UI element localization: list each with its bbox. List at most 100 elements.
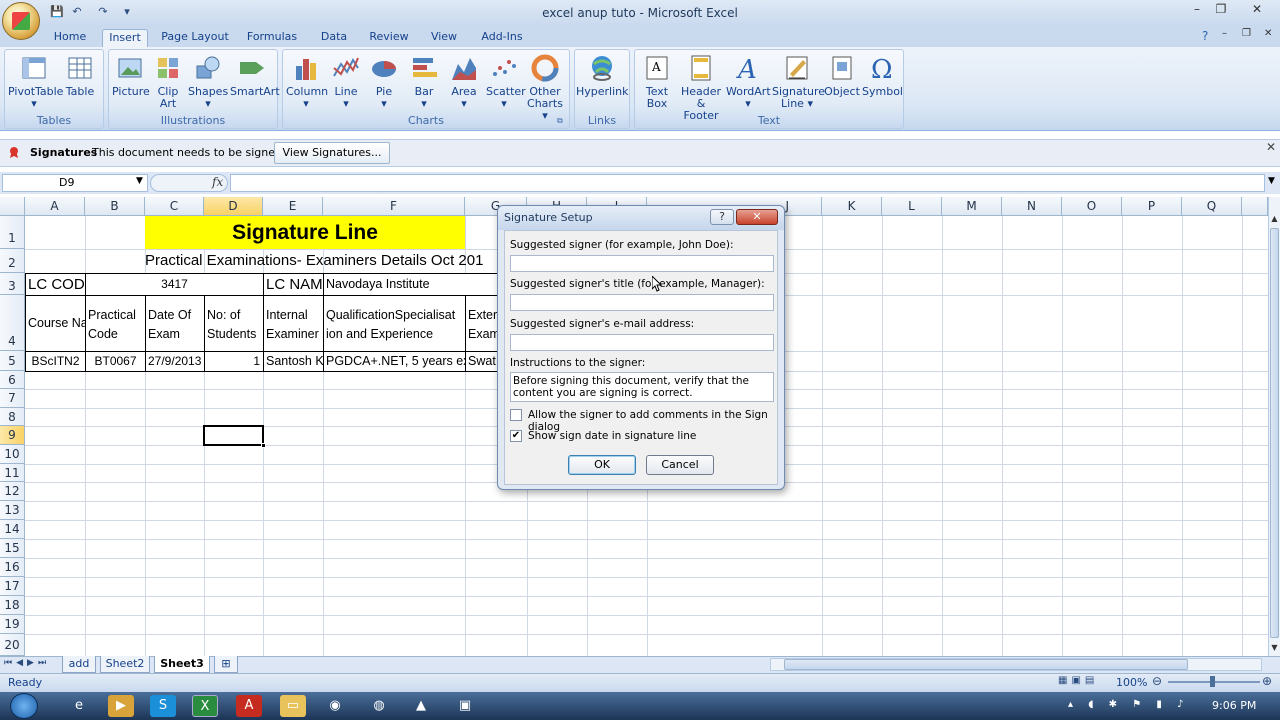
- acrobat-icon[interactable]: A: [236, 695, 262, 717]
- select-all-corner[interactable]: [0, 197, 25, 216]
- row-header-4[interactable]: 4: [0, 295, 25, 351]
- col-header-q[interactable]: Q: [1182, 197, 1242, 216]
- row-header-20[interactable]: 20: [0, 634, 25, 656]
- symbol-button[interactable]: Ω Symbol: [862, 54, 903, 98]
- tab-add-ins[interactable]: Add-Ins: [478, 29, 526, 47]
- col-header-e[interactable]: E: [263, 197, 323, 216]
- tab-view[interactable]: View: [424, 29, 464, 47]
- cell-e3[interactable]: LC NAME: [263, 273, 324, 296]
- cell-e5[interactable]: Santosh K: [263, 351, 324, 372]
- tab-page-layout[interactable]: Page Layout: [156, 29, 234, 47]
- chrome-icon[interactable]: ◉: [322, 695, 348, 717]
- scroll-down-icon[interactable]: ▼: [1269, 643, 1280, 654]
- view-buttons-icon[interactable]: ▦▣▤: [1058, 675, 1110, 689]
- row-header-7[interactable]: 7: [0, 389, 25, 408]
- row-header-13[interactable]: 13: [0, 501, 25, 520]
- object-button[interactable]: Object: [824, 54, 860, 98]
- signature-line-button[interactable]: Signature Line ▾: [772, 54, 825, 110]
- close-window-icon[interactable]: ✕: [1244, 0, 1270, 18]
- column-chart-button[interactable]: Column ▾: [286, 54, 328, 110]
- formula-input[interactable]: [230, 174, 1265, 192]
- col-header-n[interactable]: N: [1002, 197, 1062, 216]
- zoom-in-icon[interactable]: ⊕: [1262, 674, 1272, 688]
- col-header-c[interactable]: C: [145, 197, 204, 216]
- pivottable-button[interactable]: PivotTable ▾: [8, 54, 63, 110]
- tab-home[interactable]: Home: [46, 29, 94, 47]
- row-header-9[interactable]: 9: [0, 426, 25, 445]
- media-player-icon[interactable]: ▶: [108, 695, 134, 717]
- active-cell-selection[interactable]: [203, 425, 264, 446]
- row-header-6[interactable]: 6: [0, 371, 25, 389]
- cell-c5[interactable]: 27/9/2013: [145, 351, 205, 372]
- wordart-button[interactable]: A WordArt ▾: [726, 54, 771, 110]
- hyperlink-button[interactable]: Hyperlink: [576, 54, 629, 98]
- screen-recorder-icon[interactable]: ▣: [452, 695, 478, 717]
- horizontal-scroll-thumb[interactable]: [784, 659, 1188, 670]
- explorer-icon[interactable]: ▭: [280, 695, 306, 717]
- smartart-button[interactable]: SmartArt: [230, 54, 280, 98]
- zoom-level[interactable]: 100%: [1116, 676, 1147, 689]
- cell-a4[interactable]: Course Na: [25, 295, 86, 352]
- row-header-12[interactable]: 12: [0, 482, 25, 501]
- vertical-scroll-thumb[interactable]: [1270, 228, 1279, 638]
- col-header-l[interactable]: L: [882, 197, 942, 216]
- ribbon-close-icon[interactable]: ✕: [1264, 28, 1272, 39]
- row-header-5[interactable]: 5: [0, 351, 25, 371]
- vlc-icon[interactable]: ▲: [408, 695, 434, 717]
- area-chart-button[interactable]: Area ▾: [448, 54, 480, 110]
- row-header-16[interactable]: 16: [0, 558, 25, 577]
- dialog-close-button[interactable]: ✕: [736, 209, 778, 225]
- shapes-button[interactable]: Shapes ▾: [188, 54, 228, 110]
- cell-f3[interactable]: Navodaya Institute: [323, 273, 503, 296]
- col-header-r[interactable]: [1242, 197, 1268, 216]
- firefox-icon[interactable]: ◍: [366, 695, 392, 717]
- row-header-18[interactable]: 18: [0, 596, 25, 615]
- table-button[interactable]: Table: [62, 54, 98, 98]
- dialog-help-button[interactable]: ?: [710, 209, 734, 225]
- sheet-tab-sheet3[interactable]: Sheet3: [154, 656, 210, 673]
- ie-icon[interactable]: e: [66, 695, 92, 717]
- row-header-19[interactable]: 19: [0, 615, 25, 634]
- skype-icon[interactable]: S: [150, 695, 176, 717]
- cell-signature-line-title[interactable]: Signature Line: [145, 216, 465, 249]
- cell-practical-exam-heading[interactable]: Practical Examinations- Examiners Detail…: [145, 250, 505, 272]
- row-header-8[interactable]: 8: [0, 408, 25, 426]
- system-tray-icons[interactable]: ▴ ◖ ✱ ⚑ ▮ ♪: [1068, 699, 1189, 710]
- picture-button[interactable]: Picture: [112, 54, 150, 98]
- charts-dialog-launcher-icon[interactable]: ⧉: [557, 116, 563, 126]
- signer-email-input[interactable]: [510, 334, 774, 351]
- ribbon-minimize-icon[interactable]: –: [1222, 28, 1227, 39]
- allow-comments-checkbox[interactable]: [510, 409, 522, 421]
- minimize-icon[interactable]: –: [1184, 0, 1210, 18]
- cell-d4[interactable]: No: of Students: [204, 295, 264, 352]
- scroll-up-icon[interactable]: ▲: [1269, 214, 1280, 225]
- zoom-slider-thumb[interactable]: [1210, 676, 1215, 687]
- cell-c3[interactable]: 3417: [85, 273, 264, 296]
- col-header-o[interactable]: O: [1062, 197, 1122, 216]
- row-header-10[interactable]: 10: [0, 445, 25, 464]
- cell-e4[interactable]: Internal Examiner: [263, 295, 324, 352]
- cell-c4[interactable]: Date Of Exam: [145, 295, 205, 352]
- col-header-k[interactable]: K: [822, 197, 882, 216]
- insert-sheet-icon[interactable]: ⊞: [214, 656, 238, 673]
- scatter-chart-button[interactable]: Scatter ▾: [486, 54, 526, 110]
- cell-b4[interactable]: Practical Code: [85, 295, 146, 352]
- cancel-button[interactable]: Cancel: [646, 455, 714, 475]
- show-sign-date-checkbox[interactable]: ✔: [510, 430, 522, 442]
- close-message-bar-icon[interactable]: ✕: [1266, 140, 1276, 154]
- expand-formula-bar-icon[interactable]: ▼: [1268, 176, 1275, 186]
- zoom-out-icon[interactable]: ⊖: [1152, 674, 1162, 688]
- instructions-textarea[interactable]: Before signing this document, verify tha…: [510, 372, 774, 402]
- line-chart-button[interactable]: Line ▾: [330, 54, 362, 110]
- row-header-3[interactable]: 3: [0, 273, 25, 295]
- row-header-11[interactable]: 11: [0, 464, 25, 482]
- signer-input[interactable]: [510, 255, 774, 272]
- col-header-a[interactable]: A: [25, 197, 85, 216]
- cell-f5[interactable]: PGDCA+.NET, 5 years exp: [323, 351, 466, 372]
- row-header-2[interactable]: 2: [0, 249, 25, 273]
- cell-f4[interactable]: QualificationSpecialisat ion and Experien…: [323, 295, 466, 352]
- view-signatures-button[interactable]: View Signatures...: [274, 142, 390, 164]
- col-header-m[interactable]: M: [942, 197, 1002, 216]
- row-header-17[interactable]: 17: [0, 577, 25, 596]
- header-footer-button[interactable]: Header & Footer: [678, 54, 724, 122]
